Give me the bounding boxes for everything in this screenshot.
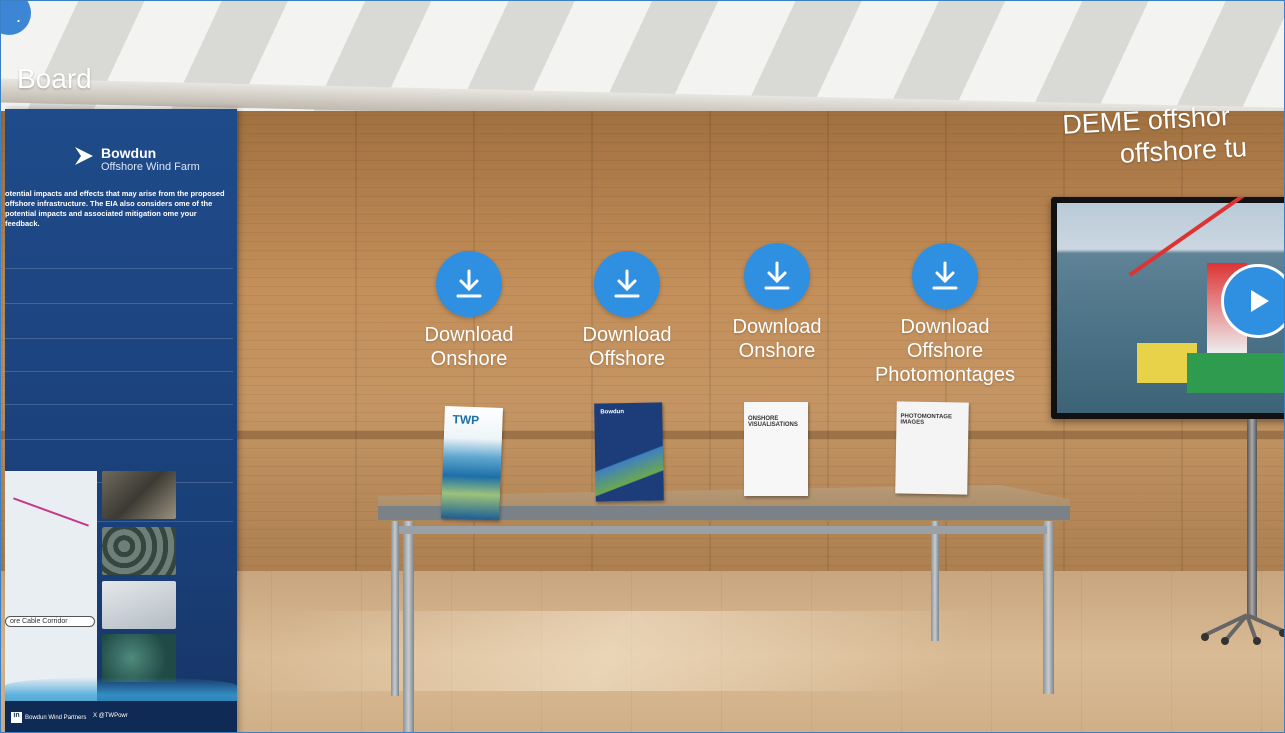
brochure-title: TWP <box>452 412 480 428</box>
table-leg <box>391 511 399 696</box>
brochure-title: PHOTOMONTAGE IMAGES <box>900 413 953 426</box>
board-title: Board <box>17 63 92 94</box>
play-button[interactable] <box>1221 264 1284 338</box>
banner-paragraph <box>5 379 233 405</box>
banner-paragraph <box>5 276 233 304</box>
download-label-line2: Offshore <box>906 340 984 362</box>
download-label-line1: Download <box>732 316 822 338</box>
banner-paragraph <box>5 346 233 372</box>
download-label-line2: Onshore <box>738 340 816 362</box>
cable-corridor-map: ore Cable Corridor <box>5 471 97 701</box>
download-arrow-icon <box>594 251 660 317</box>
play-icon <box>1251 290 1269 312</box>
download-arrow-icon <box>744 243 810 309</box>
download-arrow-icon <box>436 251 502 317</box>
logo-name: Bowdun <box>101 145 157 161</box>
banner-lead-text: otential impacts and effects that may ar… <box>5 189 225 228</box>
aerial-photo <box>102 527 176 575</box>
logo-subtitle: Offshore Wind Farm <box>101 161 200 173</box>
banner-paragraph <box>5 239 233 269</box>
download-label-line2: Offshore <box>588 348 666 370</box>
download-offshore-photomontages-button[interactable]: Download Offshore Photomontages <box>865 243 1025 387</box>
download-label-line3: Photomontages <box>874 364 1016 386</box>
onshore-visualisations-brochure[interactable]: ONSHORE VISUALISATIONS <box>744 402 808 496</box>
brochure-title: Bowdun <box>600 409 625 416</box>
floor-light <box>237 611 985 691</box>
download-onshore-visualisations-button[interactable]: Download Onshore <box>717 243 837 363</box>
offshore-brochure[interactable]: Bowdun <box>594 402 664 502</box>
marine-photo <box>102 634 176 682</box>
table-leg <box>1043 516 1054 694</box>
stand-base <box>1201 613 1284 645</box>
bowdun-logo-icon <box>75 147 93 165</box>
x-handle: X @TWPowr <box>93 713 128 719</box>
virtual-exhibition-room: . Board DEME offshor offshore tu Bowdun … <box>0 0 1285 733</box>
linkedin-text: Bowdun Wind Partners <box>25 715 87 721</box>
vessel-hull <box>1187 353 1284 393</box>
download-offshore-button[interactable]: Download Offshore <box>567 251 687 371</box>
eagle-photo <box>102 581 176 629</box>
linkedin-icon: in <box>11 712 22 723</box>
download-onshore-button[interactable]: Download Onshore <box>409 251 529 371</box>
download-label-line1: Download <box>582 324 672 346</box>
banner-paragraph <box>5 412 233 440</box>
banner-footer: in Bowdun Wind Partners X @TWPowr <box>5 701 237 732</box>
download-label-line1: Download <box>424 324 514 346</box>
onshore-brochure[interactable]: TWP <box>441 406 503 520</box>
photomontage-brochure[interactable]: PHOTOMONTAGE IMAGES <box>895 401 969 495</box>
download-arrow-icon <box>912 243 978 309</box>
map-route <box>13 497 89 527</box>
table-leg <box>403 519 414 732</box>
download-label-line2: Onshore <box>430 348 508 370</box>
bird-photo <box>102 471 176 519</box>
info-banner[interactable]: Bowdun Offshore Wind Farm otential impac… <box>5 109 237 732</box>
banner-paragraph <box>5 311 233 339</box>
download-label-line1: Download <box>900 316 990 338</box>
screen-stand <box>1247 419 1257 619</box>
table-rail <box>399 526 1047 534</box>
map-label: ore Cable Corridor <box>5 616 95 627</box>
brochure-title: ONSHORE VISUALISATIONS <box>748 416 798 428</box>
